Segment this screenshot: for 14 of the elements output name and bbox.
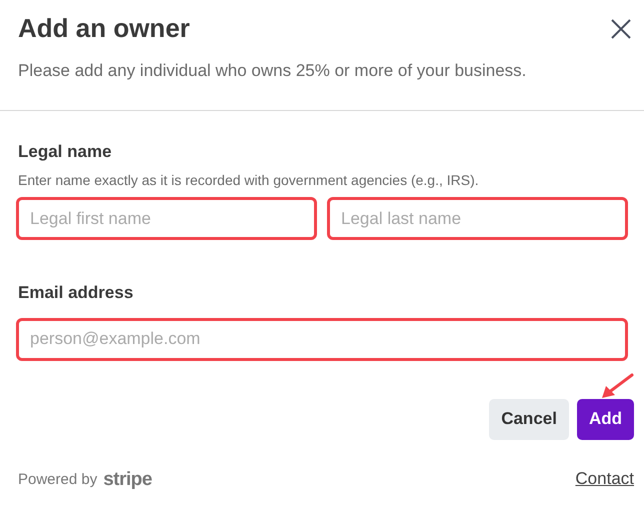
dialog-title: Add an owner [18, 12, 190, 44]
add-button[interactable]: Add [576, 398, 634, 440]
contact-link[interactable]: Contact [575, 466, 634, 491]
field-label: Email address [17, 282, 134, 304]
close-icon[interactable] [610, 18, 632, 40]
input-field[interactable]: Legal last name [327, 197, 628, 240]
stripe-logo: stripe [103, 469, 152, 491]
field-label: Legal name [17, 140, 113, 163]
field-hint: Enter name exactly as it is recorded with government agencies (e.g., IRS). [17, 171, 480, 190]
dialog-subtitle: Please add any individual who owns 25% or more of your business. [17, 60, 528, 82]
powered-by-text: Powered by [18, 470, 98, 490]
input-field[interactable]: Legal first name [16, 197, 317, 240]
input-field[interactable]: person@example.com [16, 318, 628, 360]
cancel-button[interactable]: Cancel [489, 398, 569, 440]
